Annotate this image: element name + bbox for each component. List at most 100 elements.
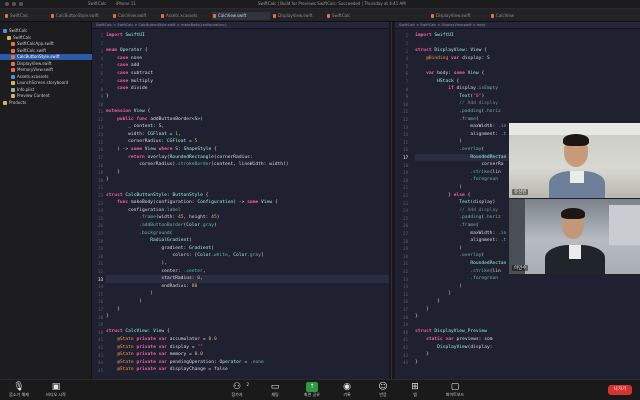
code-line[interactable]: case divide — [106, 85, 147, 93]
code-line[interactable]: alignment: .t — [415, 237, 506, 245]
code-line[interactable]: center: .center, — [106, 268, 205, 276]
apps-button[interactable]: ⊞ 앱 — [404, 381, 426, 400]
code-line[interactable]: } — [415, 351, 429, 359]
code-line[interactable]: struct DisplayView: View { — [415, 47, 487, 55]
code-line[interactable]: configuration.label — [106, 207, 181, 215]
record-button[interactable]: ◉ 기록 — [336, 381, 358, 400]
navigator-item[interactable]: CalcButtonStyle.swift — [0, 54, 92, 60]
code-line[interactable]: return overlay(RoundedRectangle(cornerRa… — [106, 154, 253, 162]
code-line[interactable]: } — [106, 93, 109, 101]
code-line[interactable]: ) — [415, 245, 462, 253]
code-line[interactable]: // Add display — [415, 100, 498, 108]
code-line[interactable]: static var previews: som — [415, 336, 492, 344]
code-line[interactable]: enum Operator { — [106, 47, 148, 55]
chat-button[interactable]: ▭ 채팅 — [264, 381, 286, 400]
navigator-item[interactable]: Info.plist — [0, 87, 92, 93]
navigator-item[interactable]: LaunchScreen.storyboard — [0, 80, 92, 86]
code-line[interactable]: @State private var memory = 0.0 — [106, 351, 203, 359]
navigator-item[interactable]: SwiftCalc — [0, 28, 92, 34]
code-line[interactable]: func makeBody(configuration: Configurati… — [106, 199, 278, 207]
code-line[interactable]: } — [106, 169, 120, 177]
code-line[interactable]: .overlay( — [415, 252, 484, 260]
code-line[interactable]: maxWidth: .in — [415, 123, 506, 131]
code-line[interactable]: cornerRa — [415, 161, 503, 169]
code-line[interactable]: case multiply — [106, 78, 153, 86]
mute-button[interactable]: 🎙 음소거 해제 — [4, 381, 34, 400]
tab-item[interactable]: CalcButtonStyle.swift — [50, 12, 110, 20]
code-line[interactable]: } — [415, 359, 418, 367]
tab-item[interactable]: DisplayView.swift — [272, 12, 324, 20]
navigator-item[interactable]: SwiftCalc — [0, 35, 92, 41]
code-line[interactable]: @Binding var display: S — [415, 55, 490, 63]
code-line[interactable]: .foregroun — [415, 176, 498, 184]
tab-item-active[interactable]: CalcView.swift — [212, 12, 270, 20]
code-line[interactable]: .padding(.horiz — [415, 214, 501, 222]
navigator-item[interactable]: SwiftCalc.swift — [0, 48, 92, 54]
code-line[interactable]: import SwiftUI — [106, 32, 145, 40]
code-line[interactable]: colors: [Color.white, Color.gray] — [106, 252, 263, 260]
start-video-button[interactable]: ▣ 비디오 시작 — [40, 381, 72, 400]
code-line[interactable]: case none — [106, 55, 142, 63]
code-line[interactable]: _ content: S, — [106, 123, 164, 131]
code-line[interactable]: } — [106, 306, 120, 314]
window-controls[interactable] — [5, 2, 23, 6]
code-line[interactable]: ) -> some View where S: ShapeStyle { — [106, 146, 217, 154]
participants-button[interactable]: ⚇ 2 참가자 — [226, 381, 249, 400]
code-line[interactable]: RoundedRectan — [415, 260, 506, 268]
code-line[interactable]: .addButtonBorder(Color.gray) — [106, 222, 217, 230]
navigator-item[interactable]: DisplayView.swift — [0, 61, 92, 67]
code-line[interactable]: case add — [106, 62, 139, 70]
participant-video-1[interactable]: 유선빈 — [509, 123, 640, 198]
code-line[interactable]: HStack { — [415, 78, 459, 86]
code-line[interactable]: ) — [106, 290, 153, 298]
code-line[interactable]: var body: some View { — [415, 70, 484, 78]
code-line[interactable]: ) — [415, 283, 462, 291]
code-line[interactable]: if display.isEmpty — [415, 85, 498, 93]
jump-bar-left[interactable]: SwiftCalc > SwiftCalc > CalcButtonStyle.… — [92, 22, 389, 29]
code-line[interactable]: .frame( — [415, 116, 478, 124]
code-line[interactable]: ), — [106, 260, 167, 268]
code-line[interactable]: width: CGFloat = 1, — [106, 131, 181, 139]
code-line[interactable]: .strike(lin — [415, 169, 500, 177]
code-line[interactable]: @State private var pendingOperation: Ope… — [106, 359, 264, 367]
code-line[interactable]: struct DisplayView_Preview — [415, 328, 487, 336]
code-line[interactable]: } — [415, 306, 429, 314]
code-line[interactable]: cornerRadius).strokeBorder(content, line… — [106, 161, 288, 169]
code-line[interactable]: } — [106, 176, 109, 184]
code-line[interactable]: gradient: Gradient( — [106, 245, 214, 253]
tab-item[interactable]: SwiftCalc — [326, 12, 374, 20]
code-line[interactable]: // Add display — [415, 207, 498, 215]
code-line[interactable]: .foregroun — [415, 275, 498, 283]
code-line[interactable]: case subtract — [106, 70, 153, 78]
code-line[interactable]: @State private var display = "" — [106, 344, 203, 352]
code-line[interactable]: import SwiftUI — [415, 32, 454, 40]
participant-video-2[interactable]: 이민수 — [509, 199, 640, 274]
jump-bar-right[interactable]: SwiftCalc > SwiftCalc > DisplayView.swif… — [395, 22, 640, 29]
code-line[interactable]: @State private var accumulator = 0.0 — [106, 336, 217, 344]
navigator-item[interactable]: SwiftCalcApp.swift — [0, 41, 92, 47]
code-editor-left[interactable]: SwiftCalc > SwiftCalc > CalcButtonStyle.… — [92, 22, 389, 379]
code-line[interactable]: public func addButtonBorder<S>( — [106, 116, 203, 124]
code-line[interactable]: extension View { — [106, 108, 150, 116]
code-line[interactable]: maxWidth: .in — [415, 230, 506, 238]
code-line[interactable]: .background( — [106, 230, 172, 238]
code-line[interactable]: startRadius: 0, — [106, 275, 203, 283]
tab-item[interactable]: CalcView.swift — [112, 12, 158, 20]
navigator-item[interactable]: Preview Content — [0, 93, 92, 99]
code-line[interactable]: Text("0") — [415, 93, 484, 101]
code-line[interactable]: @State private var displayChange = false — [106, 366, 228, 374]
code-line[interactable]: ) — [415, 184, 462, 192]
tab-item[interactable]: DisplayView.swift — [430, 12, 486, 20]
code-line[interactable]: .frame(width: 45, height: 45) — [106, 214, 219, 222]
navigator-item[interactable]: Assets.xcassets — [0, 74, 92, 80]
code-line[interactable]: cornerRadius: CGFloat = 5 — [106, 138, 197, 146]
device-label[interactable]: iPhone 11 — [116, 1, 136, 6]
code-line[interactable]: } else { — [415, 192, 470, 200]
leave-meeting-button[interactable]: 나가기 — [608, 385, 632, 395]
code-line[interactable]: } — [415, 313, 418, 321]
code-line[interactable]: alignment: .t — [415, 131, 506, 139]
code-line[interactable]: } — [106, 313, 109, 321]
reactions-button[interactable]: ☺ 반응 — [372, 381, 394, 400]
code-line[interactable]: .overlay( — [415, 146, 484, 154]
code-line[interactable]: } — [415, 290, 451, 298]
